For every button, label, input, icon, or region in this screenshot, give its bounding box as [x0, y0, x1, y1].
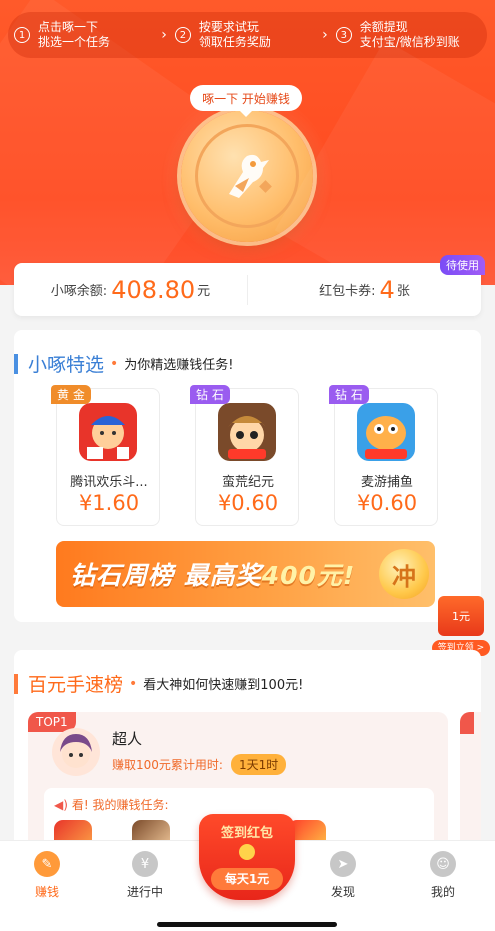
section-subtitle: 看大神如何快速赚到100元! [143, 678, 304, 693]
game-card[interactable]: 钻 石 麦游捕鱼 ¥0.60 [329, 385, 438, 526]
step-number: 1 [14, 27, 30, 43]
dot-separator: • [129, 675, 138, 692]
game-reward: ¥1.60 [78, 491, 140, 515]
coin-seal-icon [239, 844, 255, 860]
rank-badge [460, 712, 474, 734]
game-card[interactable]: 钻 石 蛮荒纪元 ¥0.60 [190, 385, 299, 526]
game-reward: ¥0.60 [356, 491, 418, 515]
earn-time-label: 赚取100元累计用时: [112, 758, 223, 772]
task-list-title: 看! 我的赚钱任务: [71, 798, 169, 812]
signin-title: 签到红包 [220, 826, 273, 841]
nav-label: 发现 [330, 885, 355, 899]
coupon-label: 红包卡券: [319, 284, 376, 299]
game-reward: ¥0.60 [217, 491, 279, 515]
tier-badge: 钻 石 [190, 385, 230, 404]
chevron-right-icon: › [322, 27, 328, 43]
balance-value: 408.80 [111, 275, 196, 304]
tier-badge: 钻 石 [329, 385, 369, 404]
signin-subtitle: 每天1元 [211, 868, 283, 890]
user-name: 超人 [112, 730, 143, 748]
nav-label: 进行中 [126, 885, 163, 899]
bird-logo-icon [195, 124, 299, 228]
warrior-game-icon [218, 403, 276, 461]
rush-coin-icon: 冲 [379, 549, 429, 599]
peck-coin-button[interactable] [181, 110, 313, 242]
section-accent-bar [14, 673, 18, 694]
tier-badge: 黄 金 [51, 385, 91, 404]
yuan-icon: ¥ [132, 851, 158, 877]
balance-card: 小啄余额: 408.80 元 红包卡券: 4 张 待使用 [14, 255, 485, 316]
poker-game-icon [79, 403, 137, 461]
step-2: 2 按要求试玩 领取任务奖励 [174, 20, 320, 50]
step-desc: 领取任务奖励 [198, 35, 271, 49]
home-indicator [157, 922, 337, 927]
step-1: 1 点击啄一下 挑选一个任务 [14, 20, 159, 50]
balance-label: 小啄余额: [50, 284, 108, 299]
red-envelope-icon: 1元 [438, 596, 484, 636]
fish-game-icon [357, 403, 415, 461]
rank-card-next[interactable] [460, 712, 481, 850]
balance-section[interactable]: 小啄余额: 408.80 元 [14, 274, 248, 305]
section-header: 小啄特选 • 为你精选赚钱任务! [14, 350, 234, 377]
banner-text: 钻石周榜 最高奖 [70, 561, 262, 590]
avatar [52, 728, 100, 776]
coupon-unit: 张 [396, 284, 410, 299]
dot-separator: • [110, 355, 119, 372]
balance-unit: 元 [197, 284, 211, 299]
chevron-right-icon: › [161, 27, 167, 43]
steps-bar: 1 点击啄一下 挑选一个任务 › 2 按要求试玩 领取任务奖励 › 3 余额提现… [8, 12, 487, 58]
section-header: 百元手速榜 • 看大神如何快速赚到100元! [14, 670, 303, 697]
coupon-value: 4 [379, 275, 395, 304]
game-name: 蛮荒纪元 [221, 475, 274, 490]
game-name: 腾讯欢乐斗... [70, 475, 148, 490]
game-name: 麦游捕鱼 [360, 475, 413, 490]
hero-header: 1 点击啄一下 挑选一个任务 › 2 按要求试玩 领取任务奖励 › 3 余额提现… [0, 0, 495, 285]
nav-label: 赚钱 [34, 885, 59, 899]
coupon-section[interactable]: 红包卡券: 4 张 [248, 276, 481, 304]
pending-use-badge: 待使用 [440, 255, 485, 275]
compass-icon: ➤ [330, 851, 356, 877]
start-earning-bubble[interactable]: 啄一下 开始赚钱 [190, 85, 302, 117]
step-title: 余额提现 [359, 20, 408, 34]
nav-mine[interactable]: ☺ 我的 [408, 851, 478, 900]
step-number: 3 [335, 27, 352, 43]
bird-icon: ✎ [34, 851, 60, 877]
nav-discover[interactable]: ➤ 发现 [308, 851, 378, 900]
featured-section: 小啄特选 • 为你精选赚钱任务! 黄 金 腾讯欢乐斗... ¥1.60 钻 石 [14, 330, 481, 622]
nav-earn[interactable]: ✎ 赚钱 [12, 851, 82, 900]
nav-label: 我的 [430, 885, 455, 899]
weekly-ranking-banner[interactable]: 钻石周榜 最高奖400元! 冲 [56, 541, 435, 607]
banner-highlight: 400元! [261, 561, 356, 590]
earn-time-value: 1天1时 [230, 754, 287, 775]
signin-amount: 1元 [452, 610, 470, 623]
section-subtitle: 为你精选赚钱任务! [124, 358, 234, 373]
step-title: 按要求试玩 [198, 20, 259, 34]
profile-icon: ☺ [430, 851, 456, 877]
game-card[interactable]: 黄 金 腾讯欢乐斗... ¥1.60 [51, 385, 160, 526]
section-accent-bar [14, 353, 18, 374]
step-3: 3 余额提现 支付宝/微信秒到账 [335, 20, 481, 50]
step-title: 点击啄一下 [38, 20, 99, 34]
step-number: 2 [174, 27, 191, 43]
section-title: 小啄特选 [28, 354, 105, 376]
nav-in-progress[interactable]: ¥ 进行中 [110, 851, 180, 900]
step-desc: 支付宝/微信秒到账 [359, 35, 460, 49]
section-title: 百元手速榜 [28, 674, 124, 696]
signin-red-envelope-button[interactable]: 签到红包 每天1元 [199, 814, 295, 900]
step-desc: 挑选一个任务 [38, 35, 111, 49]
speaker-icon: ◀) [54, 797, 68, 812]
